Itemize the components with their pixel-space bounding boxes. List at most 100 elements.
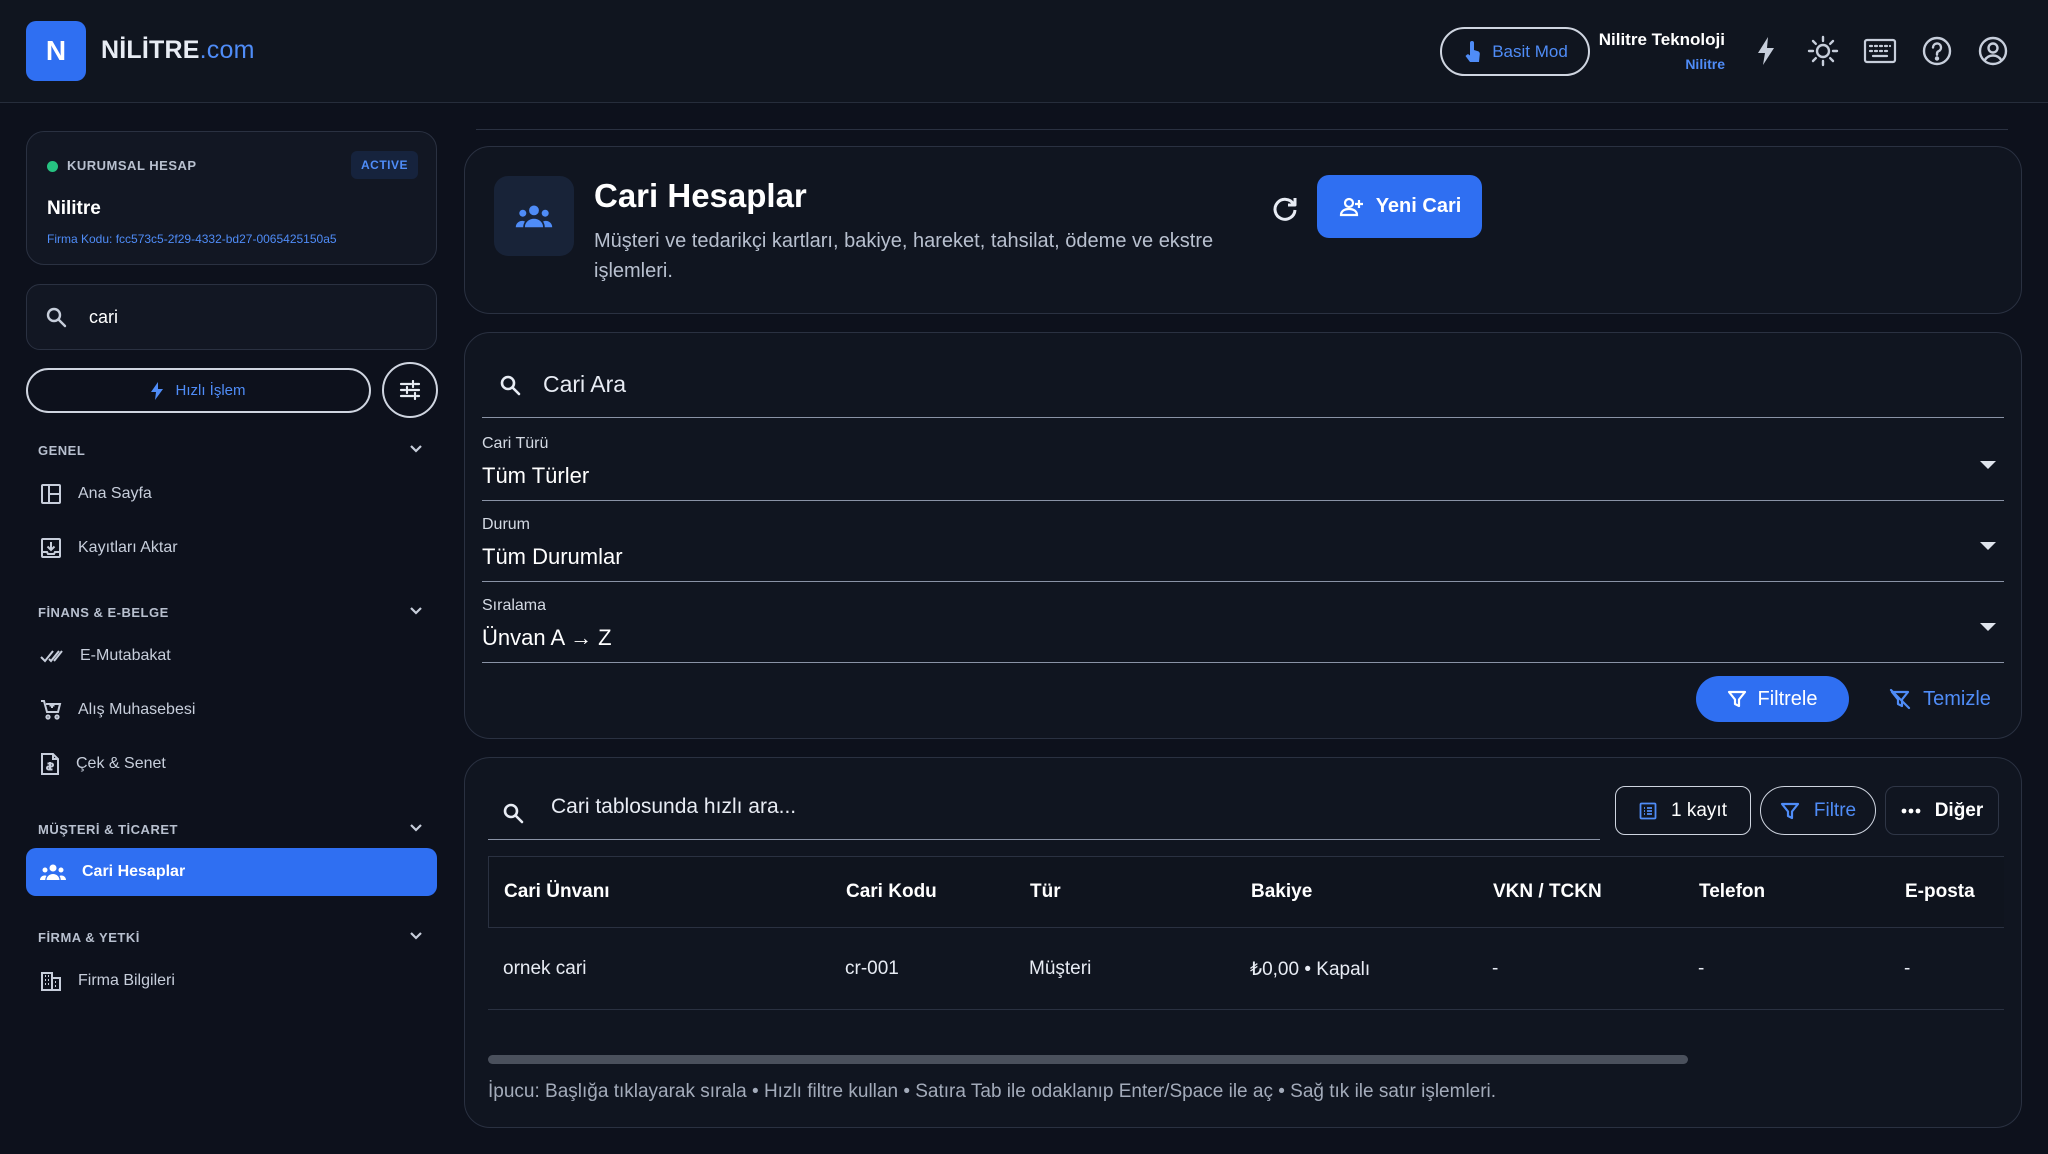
brand-name[interactable]: NİLİTRE.com <box>101 36 255 65</box>
filter-card: Cari Ara Cari Türü Tüm Türler Durum Tüm … <box>464 332 2022 739</box>
cart-icon <box>40 699 62 721</box>
column-header-kod[interactable]: Cari Kodu <box>846 881 937 903</box>
sort-select[interactable]: Sıralama Ünvan A → Z <box>482 595 2004 663</box>
status-badge: ACTIVE <box>350 151 418 179</box>
divider <box>476 129 2008 130</box>
status-select-label: Durum <box>482 516 531 533</box>
page-title: Cari Hesaplar <box>594 177 807 214</box>
account-icon[interactable] <box>1976 34 2010 68</box>
dashboard-icon <box>40 483 62 505</box>
bolt-icon[interactable] <box>1749 34 1783 68</box>
type-select-label: Cari Türü <box>482 435 549 452</box>
cell-tur: Müşteri <box>1029 958 1092 979</box>
column-header-tur[interactable]: Tür <box>1030 881 1061 903</box>
new-cari-button[interactable]: Yeni Cari <box>1317 175 1482 238</box>
filter-icon <box>1727 689 1747 709</box>
bolt-icon <box>151 381 164 400</box>
touch-icon <box>1462 40 1482 64</box>
company-name: Nilitre Teknoloji <box>1598 30 1725 49</box>
account-name: Nilitre <box>47 198 101 219</box>
sidebar-item-kayitlari-aktar[interactable]: Kayıtları Aktar <box>26 524 437 572</box>
double-check-icon <box>40 645 64 667</box>
sidebar-item-cek-senet[interactable]: Çek & Senet <box>26 740 437 788</box>
add-user-icon <box>1338 197 1364 217</box>
sidebar-search[interactable]: cari <box>26 284 437 350</box>
top-bar: N NİLİTRE.com Basit Mod Nilitre Teknoloj… <box>0 0 2048 103</box>
chevron-down-icon[interactable] <box>408 605 424 617</box>
record-count-chip[interactable]: 1 kayıt <box>1615 786 1751 835</box>
table-tip: İpucu: Başlığa tıklayarak sırala • Hızlı… <box>488 1081 1497 1102</box>
search-icon <box>502 802 524 824</box>
dropdown-arrow-icon <box>1980 461 1996 469</box>
section-finans: FİNANS & E-BELGE <box>38 605 169 620</box>
sidebar-item-firma-bilgileri[interactable]: Firma Bilgileri <box>26 957 437 1005</box>
tune-icon <box>399 380 421 400</box>
column-header-telefon[interactable]: Telefon <box>1699 881 1765 903</box>
quick-action-button[interactable]: Hızlı İşlem <box>26 368 371 413</box>
brand-accent: .com <box>199 36 255 64</box>
sidebar-item-alis-muhasebesi[interactable]: Alış Muhasebesi <box>26 686 437 734</box>
page-description: Müşteri ve tedarikçi kartları, bakiye, h… <box>594 230 1214 282</box>
chevron-down-icon[interactable] <box>408 443 424 455</box>
cell-telefon: - <box>1698 958 1705 979</box>
refresh-button[interactable] <box>1265 189 1305 229</box>
list-icon <box>1639 802 1657 820</box>
tune-button[interactable] <box>382 362 438 418</box>
sidebar-item-label: Ana Sayfa <box>78 485 152 502</box>
simple-mode-label: Basit Mod <box>1492 41 1568 61</box>
sidebar-search-input[interactable]: cari <box>89 307 118 328</box>
filter-off-icon <box>1889 688 1911 710</box>
brightness-icon[interactable] <box>1806 34 1840 68</box>
sidebar-item-e-mutabakat[interactable]: E-Mutabakat <box>26 632 437 680</box>
account-card[interactable]: KURUMSAL HESAP ACTIVE Nilitre Firma Kodu… <box>26 131 437 265</box>
table-row[interactable]: ornek cari cr-001 Müşteri ₺0,00 • Kapalı… <box>488 928 2004 1010</box>
keyboard-icon[interactable] <box>1863 34 1897 68</box>
cari-table: Cari Ünvanı Cari Kodu Tür Bakiye VKN / T… <box>488 856 2004 1010</box>
table-filter-label: Filtre <box>1813 799 1857 821</box>
sidebar-item-cari-hesaplar[interactable]: Cari Hesaplar <box>26 848 437 896</box>
cari-search-field[interactable]: Cari Ara <box>482 350 2004 418</box>
column-header-unvan[interactable]: Cari Ünvanı <box>504 881 610 903</box>
import-icon <box>40 537 62 559</box>
column-header-eposta[interactable]: E-posta <box>1905 881 1975 903</box>
quick-action-label: Hızlı İşlem <box>175 382 246 399</box>
search-icon <box>45 306 67 328</box>
table-header: Cari Ünvanı Cari Kodu Tür Bakiye VKN / T… <box>488 856 2004 928</box>
cari-search-input[interactable]: Cari Ara <box>543 371 626 398</box>
record-count-label: 1 kayıt <box>1671 799 1727 821</box>
cell-kod: cr-001 <box>845 958 899 979</box>
cell-unvan: ornek cari <box>503 958 587 979</box>
table-search-input[interactable]: Cari tablosunda hızlı ara... <box>551 795 796 819</box>
section-genel: GENEL <box>38 443 86 458</box>
help-icon[interactable] <box>1920 34 1954 68</box>
sort-select-label: Sıralama <box>482 597 547 614</box>
chevron-down-icon[interactable] <box>408 930 424 942</box>
cell-eposta: - <box>1904 958 1911 979</box>
type-select[interactable]: Cari Türü Tüm Türler <box>482 433 2004 501</box>
clear-filter-button[interactable]: Temizle <box>1870 676 2010 722</box>
sidebar-item-ana-sayfa[interactable]: Ana Sayfa <box>26 470 437 518</box>
logo[interactable]: N <box>26 21 86 81</box>
column-header-bakiye[interactable]: Bakiye <box>1251 881 1312 903</box>
column-header-vkn[interactable]: VKN / TCKN <box>1493 881 1602 903</box>
table-search-field[interactable]: Cari tablosunda hızlı ara... <box>488 780 1600 840</box>
horizontal-scrollbar[interactable] <box>488 1055 1688 1064</box>
status-select[interactable]: Durum Tüm Durumlar <box>482 514 2004 582</box>
more-button[interactable]: Diğer <box>1885 786 1999 835</box>
more-label: Diğer <box>1934 799 1984 821</box>
company-info[interactable]: Nilitre Teknoloji Nilitre <box>1595 30 1725 72</box>
filter-icon <box>1780 801 1800 821</box>
page-header-card: Cari Hesaplar Müşteri ve tedarikçi kartl… <box>464 146 2022 314</box>
section-musteri: MÜŞTERİ & TİCARET <box>38 822 178 837</box>
apply-filter-button[interactable]: Filtrele <box>1696 676 1849 722</box>
building-icon <box>40 970 62 992</box>
simple-mode-button[interactable]: Basit Mod <box>1440 27 1590 76</box>
sidebar-item-label: Cari Hesaplar <box>82 863 186 880</box>
sidebar-item-label: Kayıtları Aktar <box>78 539 178 556</box>
more-icon <box>1901 808 1921 814</box>
table-filter-button[interactable]: Filtre <box>1760 786 1876 835</box>
chevron-down-icon[interactable] <box>408 822 424 834</box>
clear-filter-label: Temizle <box>1923 687 1991 710</box>
document-icon <box>40 752 60 776</box>
account-type-label: KURUMSAL HESAP <box>67 158 197 173</box>
